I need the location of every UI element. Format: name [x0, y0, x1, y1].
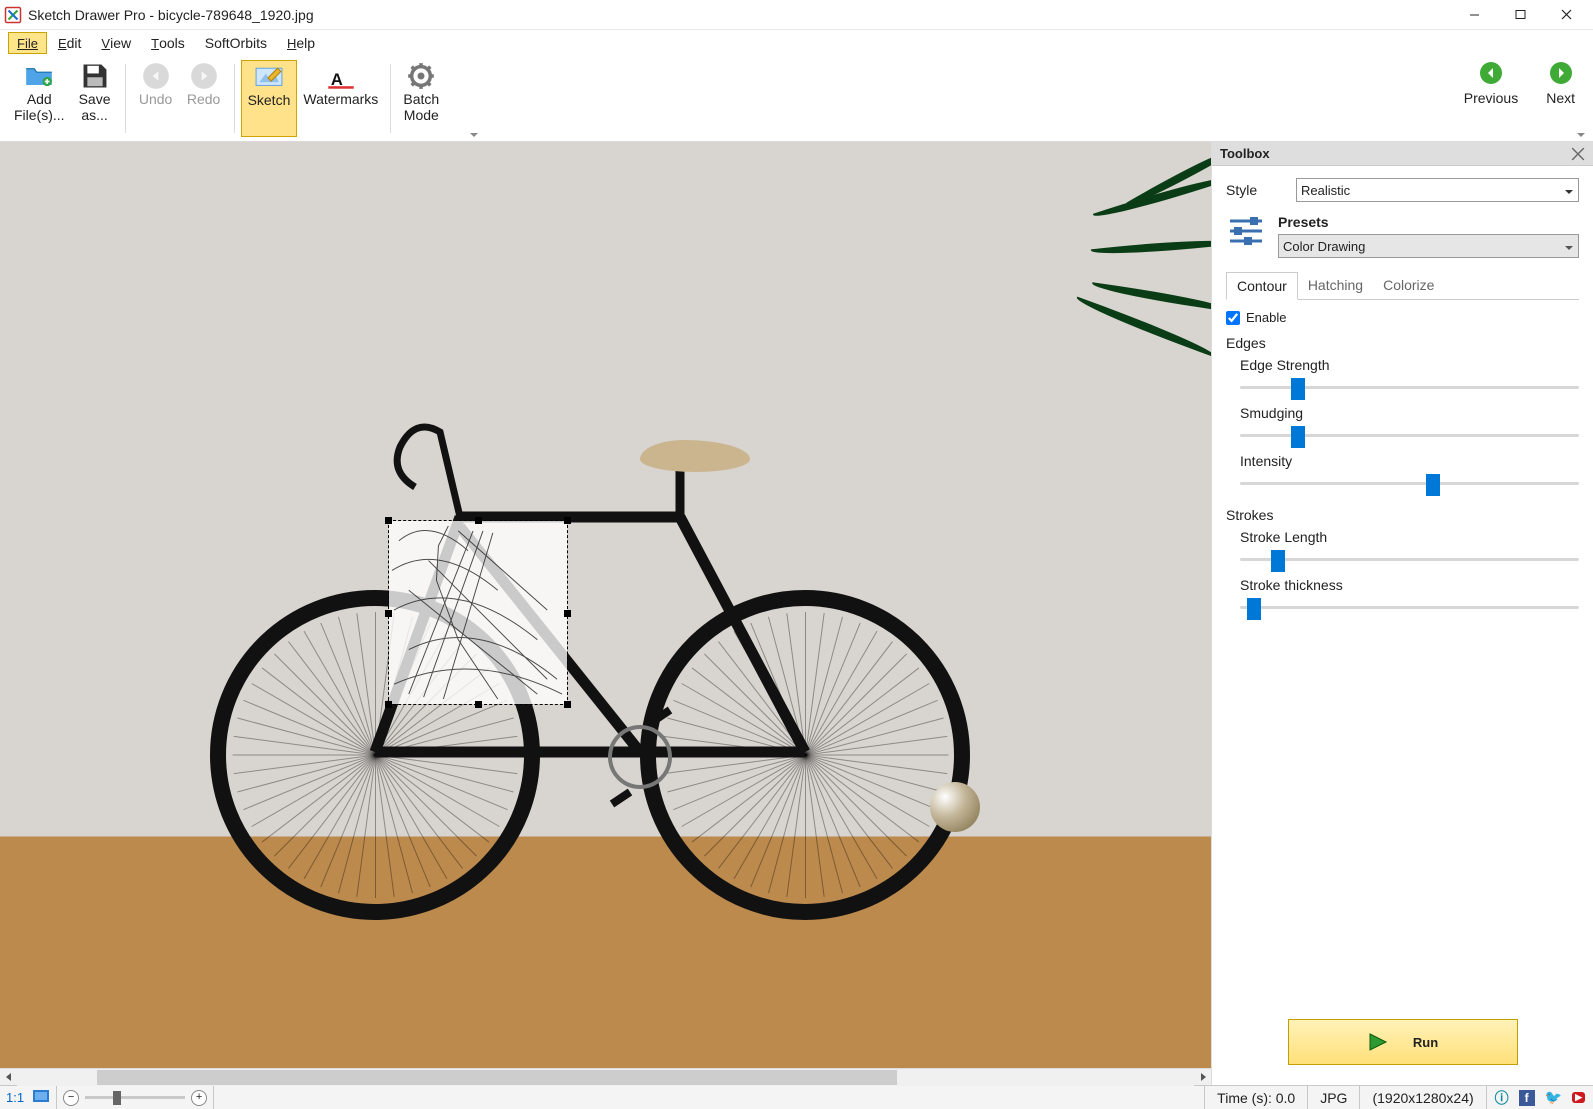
- folder-plus-icon: [25, 64, 53, 88]
- zoom-ratio[interactable]: 1:1: [6, 1090, 24, 1105]
- redo-label: Redo: [187, 91, 220, 107]
- redo-icon: [190, 64, 218, 88]
- stroke-thickness-slider[interactable]: [1240, 597, 1579, 617]
- menu-bar: File Edit View Tools SoftOrbits Help: [0, 30, 1593, 56]
- zoom-in-button[interactable]: +: [191, 1090, 207, 1106]
- scroll-right-icon[interactable]: [1194, 1069, 1211, 1086]
- gear-icon: [407, 64, 435, 88]
- undo-label: Undo: [139, 91, 172, 107]
- app-icon: [4, 6, 22, 24]
- bicycle-image: [210, 402, 970, 922]
- status-bar: 1:1 − + Time (s): 0.0 JPG (1920x1280x24)…: [0, 1085, 1593, 1109]
- edge-strength-label: Edge Strength: [1240, 357, 1579, 373]
- close-button[interactable]: [1543, 0, 1589, 30]
- scroll-thumb[interactable]: [97, 1070, 897, 1085]
- sliders-icon: [1226, 214, 1266, 248]
- undo-icon: [142, 64, 170, 88]
- toolbox-panel: Toolbox Style Realistic Presets C: [1211, 142, 1593, 1085]
- arrow-right-icon: [1550, 62, 1572, 84]
- sketch-button[interactable]: Sketch: [241, 60, 298, 137]
- menu-help[interactable]: Help: [278, 32, 324, 54]
- menu-tools[interactable]: Tools: [142, 32, 194, 54]
- style-value: Realistic: [1301, 183, 1350, 198]
- toolbox-title-bar: Toolbox: [1212, 142, 1593, 166]
- watermarks-button[interactable]: A Watermarks: [297, 60, 384, 137]
- presets-value: Color Drawing: [1283, 239, 1365, 254]
- save-as-button[interactable]: Save as...: [71, 60, 119, 137]
- effect-tabs: Contour Hatching Colorize: [1226, 272, 1579, 300]
- menu-softorbits[interactable]: SoftOrbits: [196, 32, 276, 54]
- enable-label: Enable: [1246, 310, 1286, 325]
- edges-heading: Edges: [1226, 335, 1579, 351]
- run-label: Run: [1413, 1035, 1438, 1050]
- next-button[interactable]: Next: [1538, 60, 1583, 108]
- stroke-thickness-label: Stroke thickness: [1240, 577, 1579, 593]
- batch-mode-label: Batch Mode: [403, 91, 439, 123]
- chevron-down-icon: [1564, 185, 1574, 195]
- selection-rectangle[interactable]: [388, 520, 568, 705]
- info-icon[interactable]: ⓘ: [1495, 1088, 1509, 1108]
- smudging-slider[interactable]: [1240, 425, 1579, 445]
- close-panel-icon[interactable]: [1571, 147, 1585, 161]
- edge-strength-slider[interactable]: [1240, 377, 1579, 397]
- intensity-slider[interactable]: [1240, 473, 1579, 493]
- presets-label: Presets: [1278, 214, 1579, 230]
- watermarks-label: Watermarks: [303, 91, 378, 107]
- add-files-button[interactable]: Add File(s)...: [8, 60, 71, 137]
- toolbar: Add File(s)... Save as... Undo Redo Sket…: [0, 56, 1593, 142]
- sketch-icon: [255, 65, 283, 89]
- window-title: Sketch Drawer Pro - bicycle-789648_1920.…: [28, 7, 1451, 23]
- undo-button[interactable]: Undo: [132, 60, 180, 137]
- chevron-down-icon: [1564, 241, 1574, 251]
- text-a-icon: A: [327, 64, 355, 88]
- next-label: Next: [1546, 90, 1575, 106]
- tab-hatching[interactable]: Hatching: [1298, 272, 1373, 299]
- menu-edit[interactable]: Edit: [49, 32, 90, 54]
- save-as-label: Save as...: [79, 91, 111, 123]
- stroke-length-slider[interactable]: [1240, 549, 1579, 569]
- previous-button[interactable]: Previous: [1456, 60, 1526, 108]
- status-time: Time (s): 0.0: [1204, 1086, 1307, 1109]
- maximize-button[interactable]: [1497, 0, 1543, 30]
- zoom-out-button[interactable]: −: [63, 1090, 79, 1106]
- sketch-label: Sketch: [248, 92, 291, 108]
- stroke-length-label: Stroke Length: [1240, 529, 1579, 545]
- style-label: Style: [1226, 182, 1286, 198]
- presets-select[interactable]: Color Drawing: [1278, 234, 1579, 258]
- twitter-icon[interactable]: 🐦: [1545, 1089, 1562, 1106]
- redo-button[interactable]: Redo: [180, 60, 228, 137]
- intensity-label: Intensity: [1240, 453, 1579, 469]
- run-button[interactable]: Run: [1288, 1019, 1518, 1065]
- title-bar: Sketch Drawer Pro - bicycle-789648_1920.…: [0, 0, 1593, 30]
- status-format: JPG: [1307, 1086, 1359, 1109]
- svg-text:A: A: [331, 70, 343, 89]
- enable-checkbox[interactable]: [1226, 311, 1240, 325]
- strokes-heading: Strokes: [1226, 507, 1579, 523]
- add-files-label: Add File(s)...: [14, 91, 65, 123]
- smudging-label: Smudging: [1240, 405, 1579, 421]
- previous-label: Previous: [1464, 90, 1518, 106]
- tab-contour[interactable]: Contour: [1226, 272, 1298, 300]
- status-dimensions: (1920x1280x24): [1359, 1086, 1485, 1109]
- scroll-left-icon[interactable]: [0, 1069, 17, 1086]
- zoom-slider[interactable]: [85, 1096, 185, 1099]
- facebook-icon[interactable]: f: [1519, 1090, 1535, 1106]
- toolbox-title: Toolbox: [1220, 146, 1270, 161]
- tab-colorize[interactable]: Colorize: [1373, 272, 1444, 299]
- menu-view[interactable]: View: [92, 32, 140, 54]
- floppy-icon: [81, 64, 109, 88]
- menu-file[interactable]: File: [8, 32, 47, 54]
- plant-decoration: [1051, 142, 1211, 372]
- horizontal-scrollbar[interactable]: [0, 1068, 1211, 1085]
- play-icon: [1367, 1031, 1389, 1053]
- youtube-icon[interactable]: ▶: [1572, 1092, 1585, 1103]
- minimize-button[interactable]: [1451, 0, 1497, 30]
- arrow-left-icon: [1480, 62, 1502, 84]
- canvas-area: [0, 142, 1211, 1085]
- image-canvas[interactable]: [0, 142, 1211, 1068]
- style-select[interactable]: Realistic: [1296, 178, 1579, 202]
- fit-screen-icon[interactable]: [32, 1089, 50, 1106]
- zoom-control[interactable]: − +: [57, 1086, 214, 1109]
- batch-mode-button[interactable]: Batch Mode: [397, 60, 445, 137]
